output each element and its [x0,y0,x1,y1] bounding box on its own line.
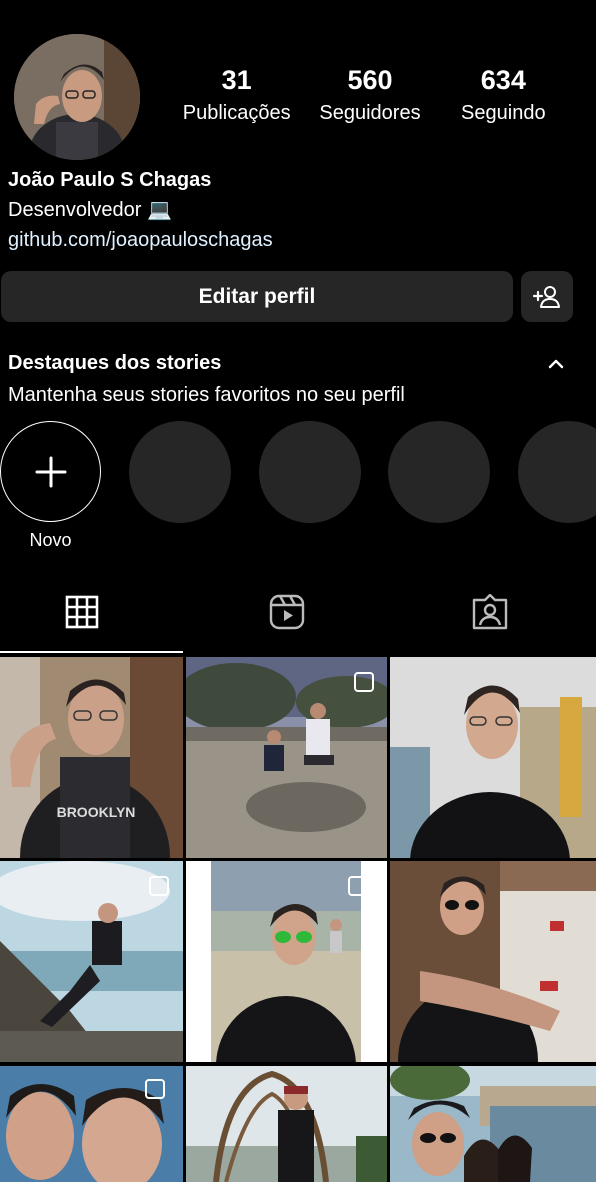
stat-following[interactable]: 634 Seguindo [437,62,570,128]
following-count: 634 [480,65,526,95]
post-photo [390,1066,596,1182]
highlight-placeholder [388,421,490,523]
post-thumbnail[interactable] [186,1066,387,1182]
post-thumbnail[interactable] [390,657,596,858]
post-thumbnail[interactable] [0,1066,183,1182]
tab-posts-grid[interactable] [62,592,102,632]
highlights-subtitle: Mantenha seus stories favoritos no seu p… [8,384,405,406]
following-label: Seguindo [461,102,546,124]
post-thumbnail[interactable] [186,861,387,1062]
followers-label: Seguidores [319,102,421,124]
highlights-title: Destaques dos stories [8,352,222,374]
plus-icon [35,456,66,487]
discover-people-button[interactable] [521,271,573,322]
post-photo [186,657,387,858]
highlight-placeholder [259,421,361,523]
tagged-icon [472,594,508,630]
avatar-photo [14,34,140,160]
chevron-up-icon [548,359,564,369]
bio-link[interactable]: github.com/joaopauloschagas [8,225,568,255]
post-photo [186,1066,387,1182]
selected-tab-indicator [0,651,183,653]
post-thumbnail[interactable] [0,861,183,1062]
new-highlight-label: Novo [29,530,72,550]
posts-count: 31 [221,65,252,95]
new-highlight-button[interactable] [0,421,101,522]
bio-text: Desenvolvedor 💻 [8,199,172,221]
posts-label: Publicações [182,102,291,124]
profile-name: João Paulo S Chagas [8,169,212,191]
tab-reels[interactable] [267,592,307,632]
post-photo [390,861,596,1062]
edit-profile-button[interactable]: Editar perfil [1,271,513,322]
profile-bio: João Paulo S Chagas Desenvolvedor 💻 gith… [8,165,568,255]
stat-posts[interactable]: 31 Publicações [170,62,303,128]
profile-avatar[interactable] [14,34,140,160]
post-photo [186,861,387,1062]
post-photo [0,1066,183,1182]
post-thumbnail[interactable] [390,1066,596,1182]
post-thumbnail[interactable]: BROOKLYN [0,657,183,858]
tab-tagged[interactable] [470,592,510,632]
grid-icon [65,595,99,629]
person-plus-icon [533,285,560,308]
highlight-placeholder [518,421,596,523]
followers-count: 560 [347,65,393,95]
post-thumbnail[interactable] [390,861,596,1062]
highlight-placeholder [129,421,231,523]
svg-text:BROOKLYN: BROOKLYN [57,804,136,820]
highlights-collapse-button[interactable] [544,352,568,376]
profile-stats: 31 Publicações 560 Seguidores 634 Seguin… [170,62,570,128]
reels-icon [269,594,305,630]
post-photo [0,861,183,1062]
stat-followers[interactable]: 560 Seguidores [303,62,436,128]
post-photo [390,657,596,858]
post-thumbnail[interactable] [186,657,387,858]
post-photo: BROOKLYN [0,657,183,858]
